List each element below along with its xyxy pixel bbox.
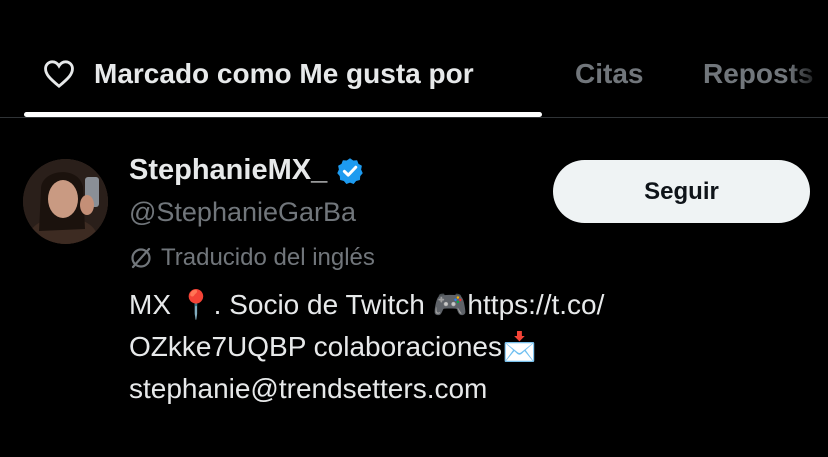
verified-badge-icon — [337, 157, 363, 184]
translate-icon — [131, 247, 151, 269]
avatar[interactable] — [23, 159, 108, 244]
avatar-image — [23, 159, 108, 244]
bio-line-1: MX 📍. Socio de Twitch 🎮https://t.co/ — [129, 289, 605, 320]
tab-quotes[interactable]: Citas — [575, 52, 643, 96]
display-name-text: StephanieMX_ — [129, 154, 328, 186]
user-handle[interactable]: @StephanieGarBa — [129, 197, 356, 228]
tab-liked-by-label: Marcado como Me gusta por — [94, 58, 474, 89]
tab-quotes-label: Citas — [575, 58, 644, 89]
follow-button[interactable]: Seguir — [553, 160, 810, 223]
user-bio: MX 📍. Socio de Twitch 🎮https://t.co/ OZk… — [129, 284, 769, 410]
translated-label: Traducido del inglés — [161, 244, 375, 271]
tab-overflow-fade — [788, 40, 828, 110]
translated-indicator[interactable]: Traducido del inglés — [129, 244, 375, 272]
tab-liked-by[interactable]: Marcado como Me gusta por — [40, 52, 474, 96]
heart-icon — [44, 60, 74, 89]
tab-bar: Marcado como Me gusta por Citas Reposts — [0, 0, 828, 118]
user-display-name[interactable]: StephanieMX_ — [129, 154, 365, 187]
bio-line-3: stephanie@trendsetters.com — [129, 373, 488, 404]
active-tab-indicator — [24, 112, 542, 117]
bio-line-2: OZkke7UQBP colaboraciones📩 — [129, 331, 537, 362]
